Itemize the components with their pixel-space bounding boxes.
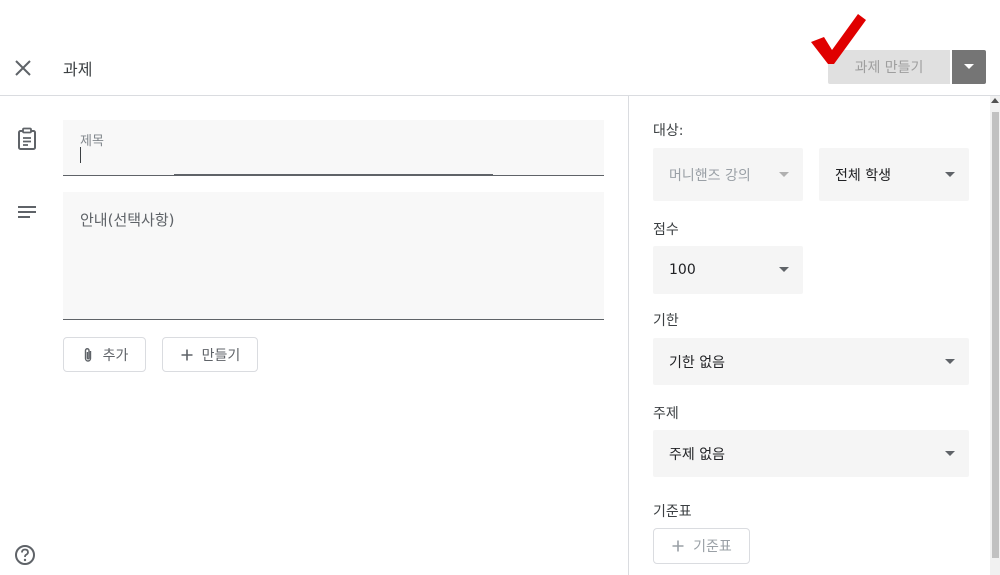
points-select[interactable]: 100	[653, 246, 803, 294]
red-checkmark-icon	[811, 14, 866, 64]
add-attachment-button[interactable]: 추가	[63, 337, 146, 372]
page-title: 과제	[63, 60, 93, 79]
close-icon	[15, 60, 31, 76]
rubric-label: 기준표	[653, 504, 692, 520]
help-icon	[15, 545, 35, 565]
description-placeholder: 안내(선택사항)	[80, 211, 175, 229]
dropdown-arrow-icon	[779, 171, 789, 177]
title-field[interactable]	[63, 120, 604, 176]
create-button-label: 만들기	[201, 347, 241, 364]
close-button[interactable]	[10, 55, 36, 81]
header-divider	[0, 95, 1000, 96]
description-icon	[14, 200, 40, 226]
topic-select-value: 주제 없음	[669, 446, 725, 463]
scrollbar-thumb[interactable]	[992, 112, 999, 558]
plus-icon	[672, 540, 684, 552]
for-label: 대상:	[653, 123, 684, 139]
panel-divider	[628, 96, 629, 575]
points-label: 점수	[653, 222, 679, 238]
class-select[interactable]: 머니핸즈 강의	[653, 148, 803, 201]
students-select-value: 전체 학생	[835, 167, 891, 184]
due-select-value: 기한 없음	[669, 354, 725, 371]
dropdown-arrow-icon	[779, 267, 789, 272]
topic-label: 주제	[653, 406, 679, 422]
text-cursor	[80, 147, 81, 163]
due-select[interactable]: 기한 없음	[653, 338, 969, 385]
class-select-value: 머니핸즈 강의	[669, 167, 751, 184]
scroll-up-arrow-icon[interactable]	[991, 98, 999, 103]
dropdown-arrow-icon	[945, 358, 955, 364]
paperclip-icon	[84, 347, 91, 362]
create-attachment-button[interactable]: 만들기	[162, 337, 258, 372]
students-select[interactable]: 전체 학생	[819, 148, 969, 201]
assignment-icon	[14, 126, 40, 152]
rubric-button[interactable]: 기준표	[653, 528, 750, 564]
help-button[interactable]	[14, 544, 36, 566]
add-button-label: 추가	[102, 347, 129, 364]
title-focus-underline	[174, 174, 493, 176]
plus-icon	[181, 349, 193, 360]
dropdown-arrow-icon	[945, 171, 955, 177]
title-placeholder: 제목	[80, 134, 104, 149]
caret-down-icon	[964, 64, 974, 69]
due-label: 기한	[653, 313, 679, 329]
dropdown-arrow-icon	[945, 450, 955, 456]
topic-select[interactable]: 주제 없음	[653, 430, 969, 477]
points-select-value: 100	[669, 262, 696, 278]
rubric-button-label: 기준표	[693, 539, 732, 555]
create-options-dropdown[interactable]	[952, 50, 986, 84]
